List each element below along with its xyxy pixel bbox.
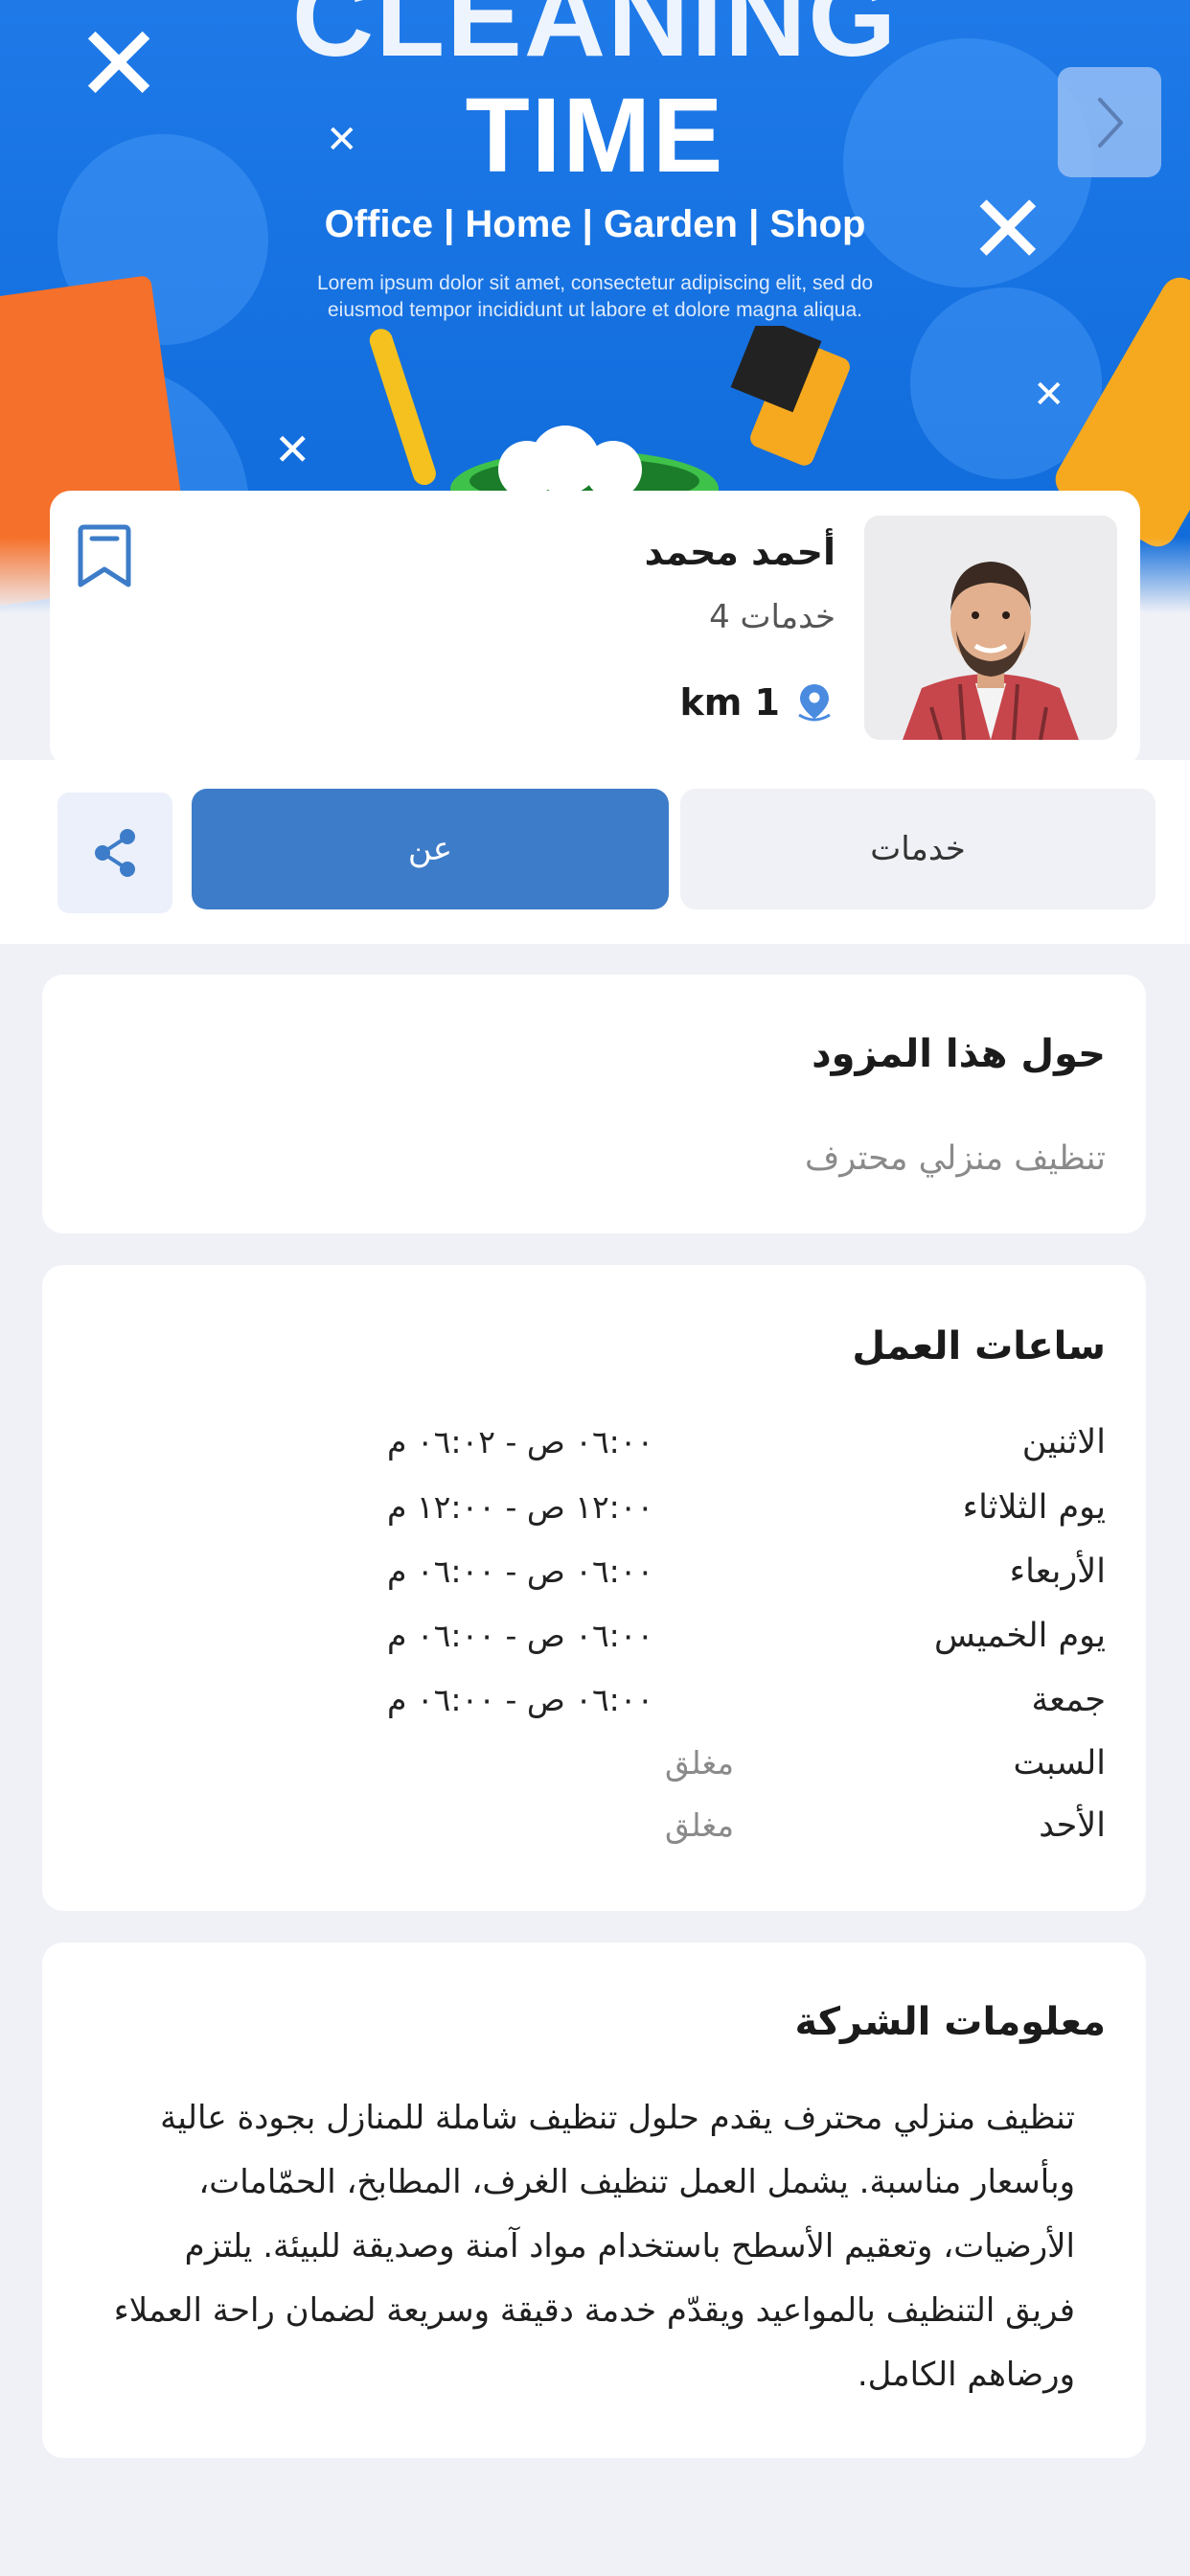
provider-distance: km 1 xyxy=(679,680,835,724)
hours-row: جمعة ٠٦:٠٠ ص - ٠٦:٠٠ م xyxy=(80,1681,1106,1738)
decor-cross-icon: ✕ xyxy=(274,424,311,475)
hours-day: الأحد xyxy=(1039,1806,1106,1845)
bookmark-icon xyxy=(78,524,131,587)
hours-row: الأحد مغلق xyxy=(80,1806,1106,1864)
provider-services-count: 4 خدمات xyxy=(709,598,835,636)
provider-name: أحمد محمد xyxy=(644,531,835,573)
tab-services[interactable]: خدمات xyxy=(680,789,1156,909)
hours-day: الاثنين xyxy=(1021,1423,1106,1461)
hours-time: ١٢:٠٠ ص - ١٢:٠٠ م xyxy=(387,1488,654,1526)
banner-body-text: Lorem ipsum dolor sit amet, consectetur … xyxy=(316,272,874,321)
hours-time: ٠٦:٠٠ ص - ٠٦:٠٢ م xyxy=(387,1423,654,1460)
hours-row: يوم الثلاثاء ١٢:٠٠ ص - ١٢:٠٠ م xyxy=(80,1488,1106,1546)
tab-about[interactable]: عن xyxy=(192,789,669,909)
hours-closed: مغلق xyxy=(665,1806,735,1844)
bookmark-button[interactable] xyxy=(75,521,134,590)
about-title: حول هذا المزود xyxy=(812,1032,1106,1076)
about-text: تنظيف منزلي محترف xyxy=(804,1139,1106,1178)
share-button[interactable] xyxy=(57,793,172,913)
company-info-text: تنظيف منزلي محترف يقدم حلول تنظيف شاملة … xyxy=(113,2099,1075,2394)
hours-time: ٠٦:٠٠ ص - ٠٦:٠٠ م xyxy=(387,1552,654,1590)
hours-closed: مغلق xyxy=(665,1744,735,1782)
location-pin-icon xyxy=(798,684,831,722)
hours-day: يوم الثلاثاء xyxy=(962,1488,1106,1527)
about-card: حول هذا المزود تنظيف منزلي محترف xyxy=(42,975,1146,1233)
share-icon xyxy=(95,829,135,877)
banner-title-line1: CLEANING xyxy=(291,0,899,80)
hours-row: يوم الخميس ٠٦:٠٠ ص - ٠٦:٠٠ م xyxy=(80,1617,1106,1674)
distance-value: km 1 xyxy=(679,681,780,724)
provider-card: أحمد محمد 4 خدمات km 1 xyxy=(50,491,1140,767)
hours-row: السبت مغلق xyxy=(80,1744,1106,1802)
chevron-right-icon xyxy=(1098,97,1123,148)
working-hours-card: ساعات العمل الاثنين ٠٦:٠٠ ص - ٠٦:٠٢ م يو… xyxy=(42,1265,1146,1911)
banner-title-line2: TIME xyxy=(465,77,725,195)
provider-photo xyxy=(864,516,1117,740)
banner-next-button[interactable] xyxy=(1058,67,1161,177)
company-info-title: معلومات الشركة xyxy=(794,2000,1107,2044)
decor-cross-icon: ✕ xyxy=(1033,373,1065,417)
hours-row: الأربعاء ٠٦:٠٠ ص - ٠٦:٠٠ م xyxy=(80,1552,1106,1610)
working-hours-title: ساعات العمل xyxy=(852,1324,1106,1368)
hours-time: ٠٦:٠٠ ص - ٠٦:٠٠ م xyxy=(387,1617,654,1654)
banner-subtitle: Office | Home | Garden | Shop xyxy=(324,203,866,245)
company-info-card: معلومات الشركة تنظيف منزلي محترف يقدم حل… xyxy=(42,1943,1146,2458)
tab-bar: عن خدمات xyxy=(0,760,1190,944)
hours-day: يوم الخميس xyxy=(933,1617,1106,1655)
decor-cleaning-tools-icon xyxy=(369,326,850,498)
hours-row: الاثنين ٠٦:٠٠ ص - ٠٦:٠٢ م xyxy=(80,1423,1106,1481)
provider-avatar xyxy=(864,516,1117,740)
hours-day: جمعة xyxy=(1031,1681,1106,1719)
hours-day: السبت xyxy=(1013,1744,1106,1782)
hours-day: الأربعاء xyxy=(1009,1552,1106,1591)
hours-time: ٠٦:٠٠ ص - ٠٦:٠٠ م xyxy=(387,1681,654,1718)
